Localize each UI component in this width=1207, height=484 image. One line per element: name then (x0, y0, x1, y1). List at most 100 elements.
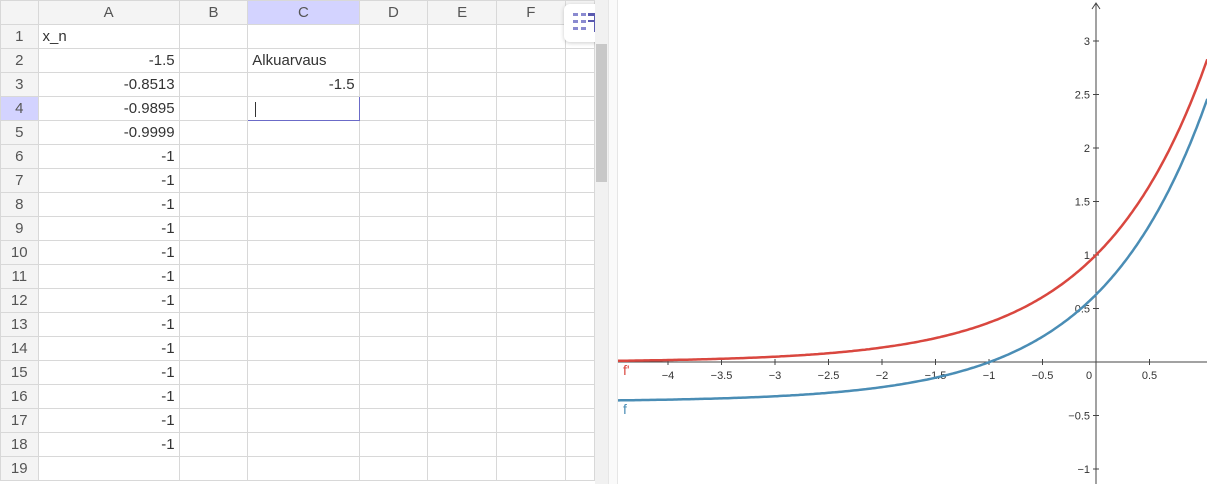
cell-f7[interactable] (495, 168, 566, 193)
cell-b19[interactable] (178, 456, 249, 481)
cell-a14[interactable]: -1 (37, 336, 180, 361)
cell-e1[interactable] (427, 24, 497, 49)
cell-a19[interactable] (37, 456, 180, 481)
column-header-e[interactable]: E (427, 0, 497, 25)
cell-d14[interactable] (358, 336, 429, 361)
cell-f16[interactable] (495, 384, 566, 409)
cell-g15[interactable] (564, 360, 595, 385)
cell-d13[interactable] (358, 312, 429, 337)
cell-g17[interactable] (564, 408, 595, 433)
cell-f12[interactable] (495, 288, 566, 313)
row-header[interactable]: 4 (0, 96, 39, 121)
cell-f3[interactable] (495, 72, 566, 97)
cell-b2[interactable] (178, 48, 249, 73)
column-header-c[interactable]: C (247, 0, 360, 25)
cell-g11[interactable] (564, 264, 595, 289)
cell-b5[interactable] (178, 120, 249, 145)
cell-f11[interactable] (495, 264, 566, 289)
cell-b3[interactable] (178, 72, 249, 97)
cell-c11[interactable] (247, 264, 360, 289)
cell-b16[interactable] (178, 384, 249, 409)
cell-d11[interactable] (358, 264, 429, 289)
row-header[interactable]: 6 (0, 144, 39, 169)
cell-b9[interactable] (178, 216, 249, 241)
cell-b4[interactable] (178, 96, 249, 121)
cell-e16[interactable] (427, 384, 497, 409)
cell-f9[interactable] (495, 216, 566, 241)
cell-d17[interactable] (358, 408, 429, 433)
cell-b17[interactable] (178, 408, 249, 433)
cell-d1[interactable] (358, 24, 429, 49)
cell-e15[interactable] (427, 360, 497, 385)
cell-f6[interactable] (495, 144, 566, 169)
cell-d9[interactable] (358, 216, 429, 241)
cell-d4[interactable] (358, 96, 429, 121)
row-header[interactable]: 19 (0, 456, 39, 481)
cell-c5[interactable] (247, 120, 360, 145)
cell-c16[interactable] (247, 384, 360, 409)
cell-d7[interactable] (358, 168, 429, 193)
cell-d16[interactable] (358, 384, 429, 409)
cell-f10[interactable] (495, 240, 566, 265)
cell-a4[interactable]: -0.9895 (37, 96, 180, 121)
cell-g8[interactable] (564, 192, 595, 217)
row-header[interactable]: 11 (0, 264, 39, 289)
cell-b10[interactable] (178, 240, 249, 265)
cell-g4[interactable] (564, 96, 595, 121)
column-header-f[interactable]: F (495, 0, 566, 25)
spreadsheet-scrollbar-thumb[interactable] (596, 44, 607, 182)
cell-f8[interactable] (495, 192, 566, 217)
row-header[interactable]: 15 (0, 360, 39, 385)
cell-a18[interactable]: -1 (37, 432, 180, 457)
cell-e6[interactable] (427, 144, 497, 169)
cell-c13[interactable] (247, 312, 360, 337)
corner-cell[interactable] (0, 0, 39, 25)
cell-e7[interactable] (427, 168, 497, 193)
cell-g5[interactable] (564, 120, 595, 145)
cell-f13[interactable] (495, 312, 566, 337)
cell-a17[interactable]: -1 (37, 408, 180, 433)
cell-a5[interactable]: -0.9999 (37, 120, 180, 145)
cell-c6[interactable] (247, 144, 360, 169)
cell-c17[interactable] (247, 408, 360, 433)
cell-d18[interactable] (358, 432, 429, 457)
cell-a6[interactable]: -1 (37, 144, 180, 169)
cell-f2[interactable] (495, 48, 566, 73)
cell-c15[interactable] (247, 360, 360, 385)
cell-a3[interactable]: -0.8513 (37, 72, 180, 97)
row-header[interactable]: 14 (0, 336, 39, 361)
cell-e14[interactable] (427, 336, 497, 361)
cell-c18[interactable] (247, 432, 360, 457)
cell-a7[interactable]: -1 (37, 168, 180, 193)
cell-e3[interactable] (427, 72, 497, 97)
cell-c8[interactable] (247, 192, 360, 217)
row-header[interactable]: 18 (0, 432, 39, 457)
column-header-d[interactable]: D (358, 0, 429, 25)
cell-g3[interactable] (564, 72, 595, 97)
cell-d15[interactable] (358, 360, 429, 385)
row-header[interactable]: 16 (0, 384, 39, 409)
cell-c14[interactable] (247, 336, 360, 361)
cell-e10[interactable] (427, 240, 497, 265)
cell-d5[interactable] (358, 120, 429, 145)
cell-e13[interactable] (427, 312, 497, 337)
cell-f18[interactable] (495, 432, 566, 457)
cell-b8[interactable] (178, 192, 249, 217)
cell-e2[interactable] (427, 48, 497, 73)
cell-a9[interactable]: -1 (37, 216, 180, 241)
cell-a1[interactable]: x_n (37, 24, 180, 49)
view-splitter[interactable] (608, 0, 618, 484)
cell-f19[interactable] (495, 456, 566, 481)
cell-a10[interactable]: -1 (37, 240, 180, 265)
cell-g12[interactable] (564, 288, 595, 313)
column-header-b[interactable]: B (178, 0, 249, 25)
cell-b6[interactable] (178, 144, 249, 169)
cell-d19[interactable] (358, 456, 429, 481)
cell-f5[interactable] (495, 120, 566, 145)
cell-a16[interactable]: -1 (37, 384, 180, 409)
cell-d10[interactable] (358, 240, 429, 265)
cell-b12[interactable] (178, 288, 249, 313)
row-header[interactable]: 12 (0, 288, 39, 313)
cell-e11[interactable] (427, 264, 497, 289)
cell-g7[interactable] (564, 168, 595, 193)
